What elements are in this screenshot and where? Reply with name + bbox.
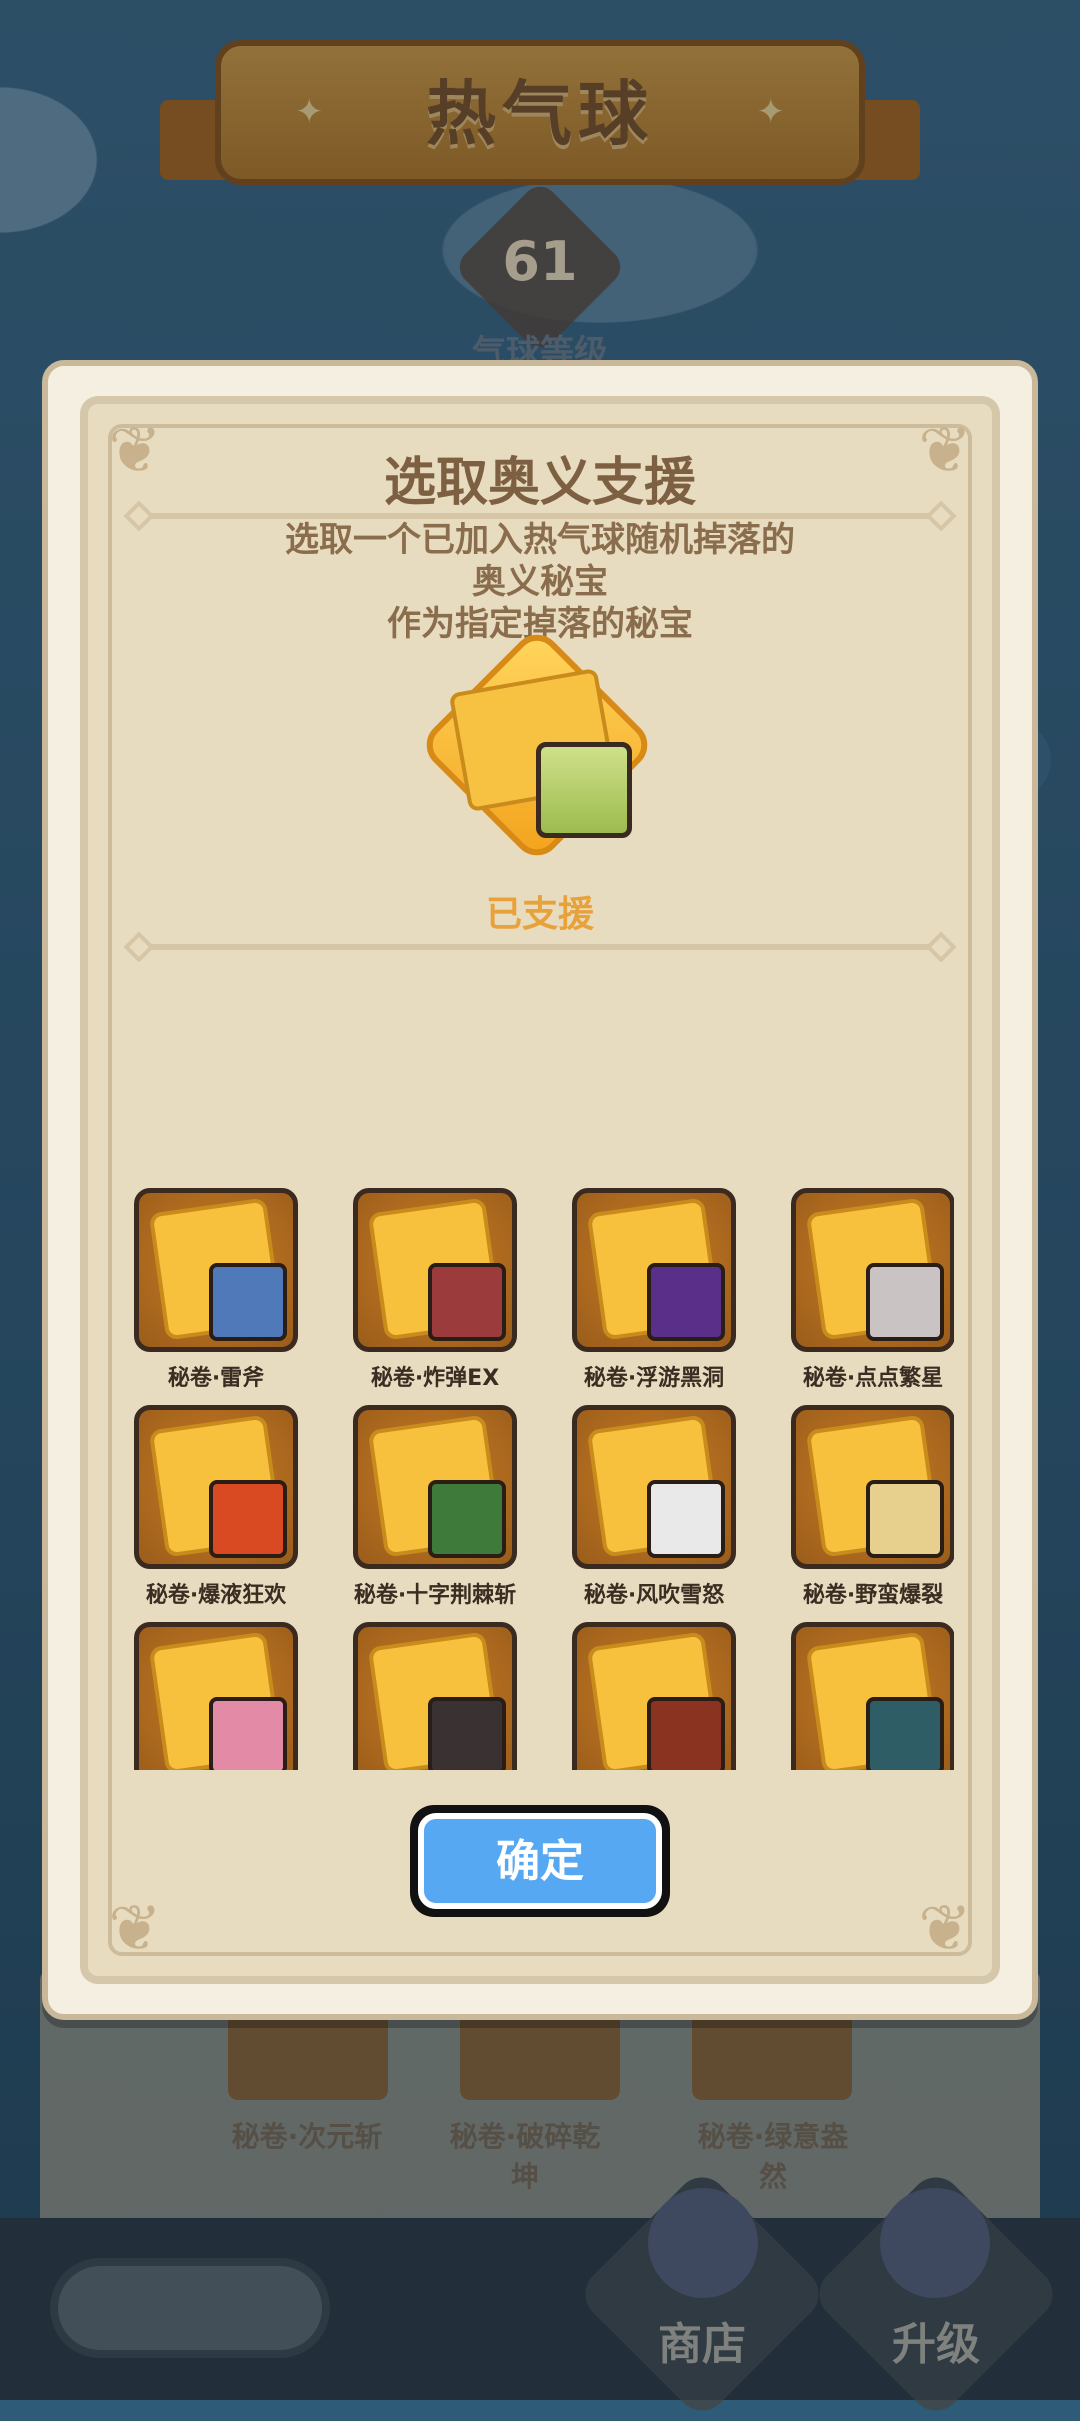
item-name: 秘卷·浮游黑洞	[583, 1366, 725, 1391]
item-frame	[134, 1188, 298, 1352]
item-card[interactable]: 秘卷·点点繁星	[791, 1188, 954, 1392]
hero-portrait	[866, 1697, 944, 1770]
item-grid: 秘卷·雷斧 秘卷·炸弹EX 秘卷·浮游黑洞 秘卷·点点繁星 秘卷·爆液狂欢 秘卷…	[134, 1188, 954, 1770]
item-frame	[353, 1188, 517, 1352]
item-name: 秘卷·雷斧	[167, 1366, 265, 1391]
item-name: 秘卷·风吹雪怒	[583, 1583, 725, 1608]
item-frame	[134, 1622, 298, 1770]
hero-portrait	[647, 1697, 725, 1770]
item-frame	[134, 1405, 298, 1569]
hero-portrait	[866, 1263, 944, 1341]
item-name: 秘卷·点点繁星	[802, 1366, 944, 1391]
item-frame	[572, 1622, 736, 1770]
item-card[interactable]: 秘卷·野蛮爆裂	[791, 1405, 954, 1609]
hero-portrait	[647, 1480, 725, 1558]
item-name: 秘卷·爆液狂欢	[145, 1583, 287, 1608]
hero-portrait	[866, 1480, 944, 1558]
item-name: 秘卷·野蛮爆裂	[802, 1583, 944, 1608]
item-card[interactable]	[791, 1622, 954, 1770]
hero-portrait	[428, 1480, 506, 1558]
corner-ornament-icon: ❦	[108, 1892, 162, 1966]
item-card[interactable]: 秘卷·爆液狂欢	[134, 1405, 298, 1609]
modal-title: 选取奥义支援	[383, 453, 696, 513]
item-frame	[572, 1405, 736, 1569]
hero-portrait	[647, 1263, 725, 1341]
item-card[interactable]: 秘卷·十字荆棘斩	[353, 1405, 517, 1609]
hero-portrait	[209, 1697, 287, 1770]
hero-portrait	[428, 1697, 506, 1770]
hero-portrait	[428, 1263, 506, 1341]
item-name: 秘卷·炸弹EX	[370, 1366, 500, 1391]
item-frame	[791, 1622, 954, 1770]
item-frame	[353, 1622, 517, 1770]
item-card[interactable]: 秘卷·炸弹EX	[353, 1188, 517, 1392]
hero-portrait	[209, 1480, 287, 1558]
status-divider	[140, 944, 940, 950]
item-card[interactable]	[353, 1622, 517, 1770]
item-frame	[791, 1188, 954, 1352]
item-card[interactable]: 秘卷·雷斧	[134, 1188, 298, 1392]
item-frame	[353, 1405, 517, 1569]
corner-ornament-icon: ❦	[918, 1892, 972, 1966]
confirm-button-frame: 确定	[410, 1805, 670, 1917]
selected-hero-portrait	[536, 742, 632, 838]
item-card[interactable]	[572, 1622, 736, 1770]
item-frame	[791, 1405, 954, 1569]
item-card[interactable]: 秘卷·浮游黑洞	[572, 1188, 736, 1392]
item-frame	[572, 1188, 736, 1352]
item-card[interactable]: 秘卷·风吹雪怒	[572, 1405, 736, 1609]
hero-portrait	[209, 1263, 287, 1341]
support-status: 已支援	[485, 894, 594, 935]
item-name: 秘卷·十字荆棘斩	[353, 1583, 517, 1608]
confirm-button[interactable]: 确定	[418, 1813, 662, 1909]
item-card[interactable]	[134, 1622, 298, 1770]
